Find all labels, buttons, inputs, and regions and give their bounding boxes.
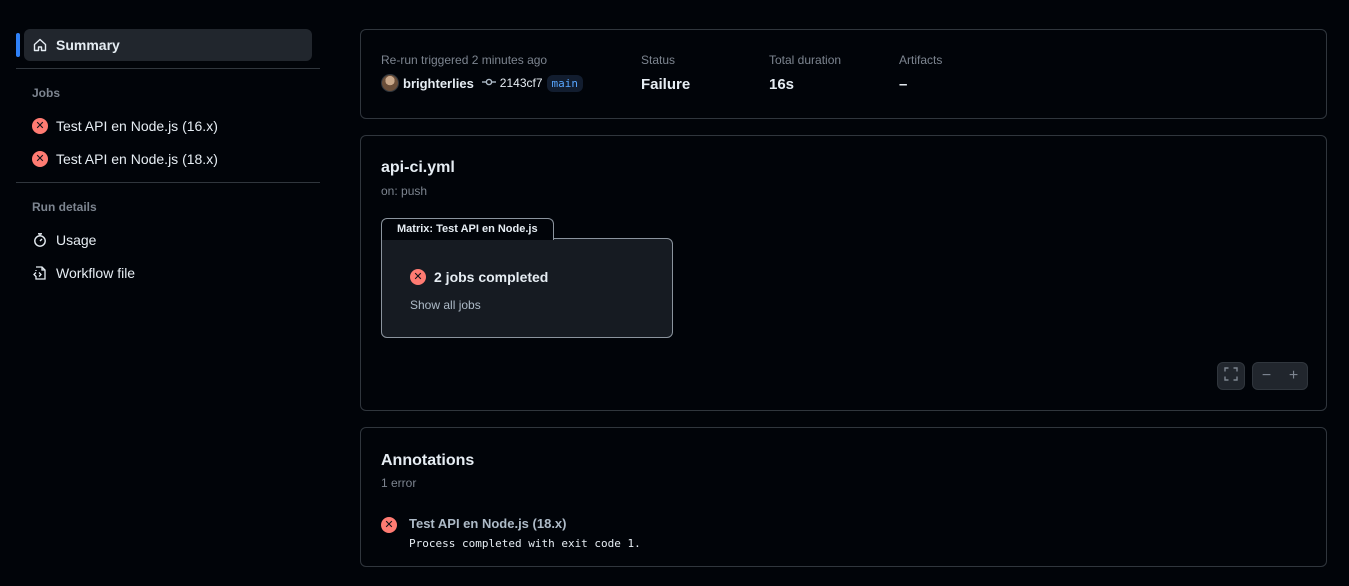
workflow-graph-card: api-ci.yml on: push Matrix: Test API en … [360,135,1327,411]
x-circle-icon: ✕ [32,151,48,167]
annotations-title: Annotations [381,452,475,469]
sidebar-item-usage[interactable]: Usage [16,224,312,256]
commit-link[interactable]: 2143cf7 [500,76,543,90]
run-summary-card: Re-run triggered 2 minutes ago brighterl… [360,29,1327,119]
sidebar-item-workflow-file-label: Workflow file [56,265,136,281]
sidebar-item-workflow-file[interactable]: Workflow file [16,257,312,289]
sidebar-item-usage-label: Usage [56,232,97,248]
run-details-section-title: Run details [32,200,97,214]
actor-link[interactable]: brighterlies [403,76,474,91]
annotation-body: Test API en Node.js (18.x) Process compl… [409,516,641,550]
x-circle-icon: ✕ [381,517,397,533]
status-column: Status Failure [641,53,690,93]
branch-badge[interactable]: main [546,74,583,92]
jobs-section-title: Jobs [32,86,61,100]
matrix-status[interactable]: ✕ 2 jobs completed [410,269,548,285]
sidebar-item-summary-label: Summary [56,37,120,53]
matrix-tab: Matrix: Test API en Node.js [381,218,554,240]
sidebar-item-job-16x[interactable]: ✕ Test API en Node.js (16.x) [16,110,312,142]
sidebar-item-summary[interactable]: Summary [16,29,312,61]
annotations-count: 1 error [381,476,417,490]
artifacts-label: Artifacts [899,53,943,67]
fit-view-button[interactable] [1217,362,1245,390]
artifacts-value: – [899,76,908,93]
status-value: Failure [641,76,691,93]
annotation-item: ✕ Test API en Node.js (18.x) Process com… [381,516,641,550]
active-indicator [16,33,20,57]
annotation-job-link[interactable]: Test API en Node.js (18.x) [409,516,641,531]
duration-column: Total duration 16s [769,53,841,93]
stopwatch-icon [32,232,48,248]
workflow-file-name: api-ci.yml [381,159,455,176]
x-circle-icon: ✕ [32,118,48,134]
status-label: Status [641,53,676,67]
plus-icon[interactable]: + [1280,367,1307,385]
job-label: Test API en Node.js (16.x) [56,118,218,134]
git-commit-icon [481,76,496,90]
x-circle-icon: ✕ [410,269,426,285]
trigger-details: brighterlies 2143cf7 main [381,74,583,92]
annotation-message: Process completed with exit code 1. [409,537,641,550]
sidebar: Summary Jobs ✕ Test API en Node.js (16.x… [16,29,320,290]
show-all-jobs-link[interactable]: Show all jobs [410,298,481,312]
trigger-label: Re-run triggered 2 minutes ago [381,53,548,67]
matrix-status-label: 2 jobs completed [434,269,549,285]
minus-icon[interactable]: − [1253,367,1280,385]
file-code-icon [32,265,48,281]
annotations-card: Annotations 1 error ✕ Test API en Node.j… [360,427,1327,567]
home-icon [32,37,48,53]
avatar[interactable] [381,74,399,92]
matrix-group: ✕ 2 jobs completed Show all jobs [381,238,673,338]
duration-label: Total duration [769,53,842,67]
screen-full-icon [1224,366,1238,386]
artifacts-column: Artifacts – [899,53,942,93]
trigger-column: Re-run triggered 2 minutes ago brighterl… [381,53,583,92]
zoom-controls: − + [1252,362,1308,390]
duration-value: 16s [769,76,795,93]
job-label: Test API en Node.js (18.x) [56,151,218,167]
sidebar-item-job-18x[interactable]: ✕ Test API en Node.js (18.x) [16,143,312,175]
workflow-trigger: on: push [381,184,428,198]
